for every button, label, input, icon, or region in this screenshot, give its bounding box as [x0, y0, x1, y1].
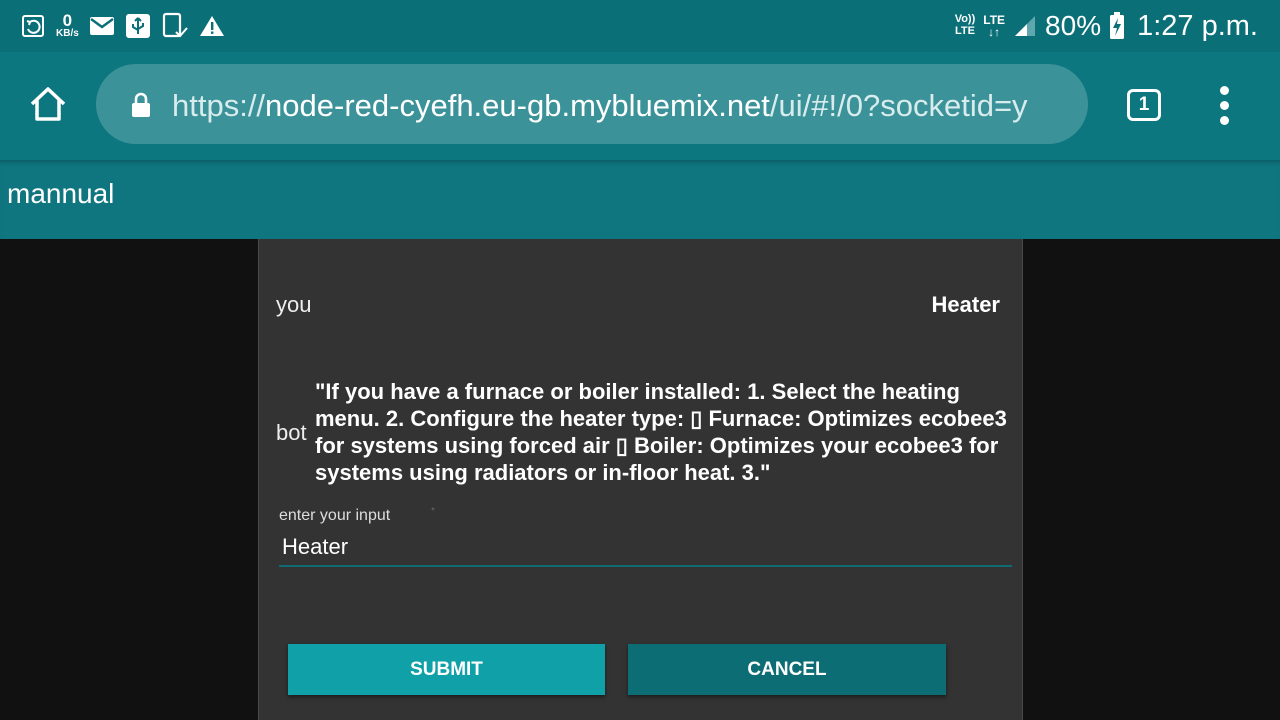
status-bar-right: Vo)) LTE LTE ↓↑ 80% 1:27 p.m.: [955, 8, 1258, 44]
signal-icon: [1013, 14, 1037, 38]
tab-switcher-button[interactable]: 1: [1127, 89, 1161, 121]
recent-data-icon: [20, 13, 46, 39]
net-speed: 0 KB/s: [56, 12, 79, 39]
net-speed-unit: KB/s: [56, 27, 79, 39]
address-bar[interactable]: https://node-red-cyefh.eu-gb.mybluemix.n…: [96, 64, 1088, 144]
home-button[interactable]: [28, 84, 68, 124]
overflow-menu-button[interactable]: [1212, 86, 1236, 126]
app-header: mannual: [0, 160, 1280, 239]
overflow-menu-icon: [1212, 86, 1236, 125]
warning-icon: [199, 14, 225, 38]
usb-icon: [125, 13, 151, 39]
bot-message: "If you have a furnace or boiler install…: [315, 379, 1007, 485]
lte-line2: ↓↑: [988, 25, 1001, 39]
bot-label: bot: [276, 420, 307, 445]
url-host: node-red-cyefh.eu-gb.mybluemix.net: [265, 88, 770, 123]
lock-icon: [130, 92, 152, 123]
mail-icon: [89, 15, 115, 37]
required-marker: *: [431, 506, 435, 517]
volte-indicator: Vo)) LTE: [955, 14, 976, 37]
url-scheme: https://: [172, 88, 266, 123]
url-path: /ui/#!/0?socketid=y: [769, 88, 1028, 123]
chat-input-field[interactable]: [279, 529, 1012, 567]
submit-button[interactable]: SUBMIT: [288, 644, 605, 695]
user-message: Heater: [931, 292, 1000, 317]
page-title: mannual: [7, 178, 115, 209]
battery-percent: 80%: [1045, 10, 1102, 41]
home-icon: [28, 87, 68, 128]
cancel-button[interactable]: CANCEL: [628, 644, 946, 695]
status-bar-left: 0 KB/s: [20, 10, 225, 42]
input-label: enter your input: [279, 507, 391, 524]
battery-charging-icon: [1109, 12, 1125, 40]
browser-toolbar: https://node-red-cyefh.eu-gb.mybluemix.n…: [0, 52, 1280, 160]
volte-line2: LTE: [954, 25, 975, 37]
screenshot-icon: [161, 12, 189, 40]
lte-indicator: LTE ↓↑: [983, 14, 1005, 38]
url-text[interactable]: https://node-red-cyefh.eu-gb.mybluemix.n…: [172, 86, 1066, 126]
user-label: you: [276, 292, 312, 317]
clock: 1:27 p.m.: [1137, 9, 1258, 42]
net-speed-value: 0: [62, 10, 73, 30]
status-bar: 0 KB/s Vo)) LTE LTE ↓↑ 80% 1:27 p.m.: [0, 0, 1280, 52]
chat-card: you Heater bot "If you have a furnace or…: [258, 239, 1023, 720]
